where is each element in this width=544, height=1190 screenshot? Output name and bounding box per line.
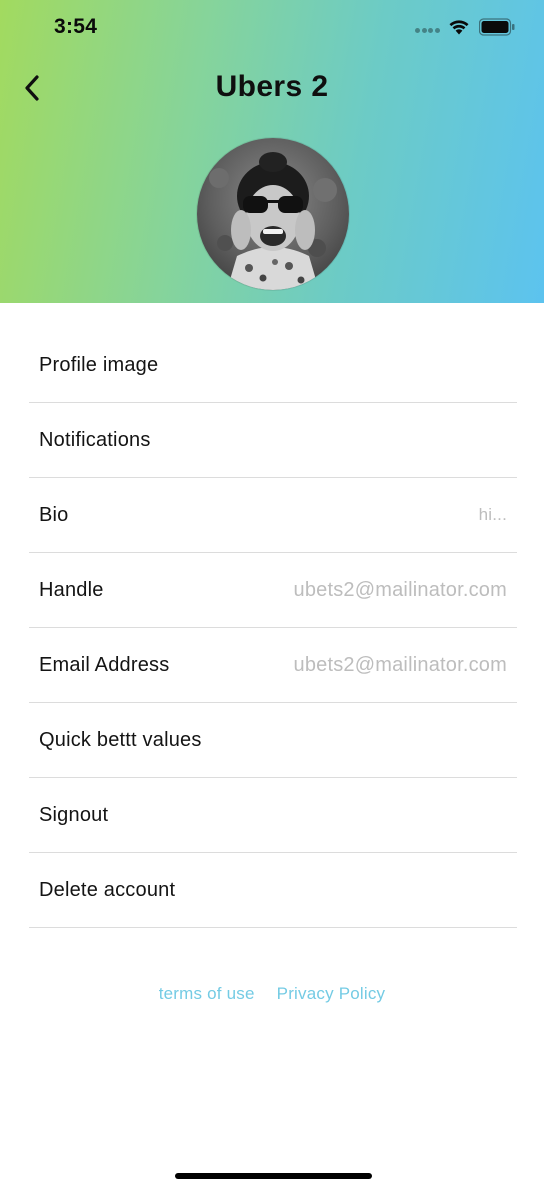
row-label: Email Address [39,653,170,676]
row-label: Signout [39,803,109,826]
settings-row-profile-image[interactable]: Profile image [29,328,517,403]
settings-row-bio[interactable]: Bio hi... [29,478,517,553]
avatar[interactable] [197,138,349,290]
wifi-icon [449,20,469,35]
settings-row-email-address[interactable]: Email Address ubets2@mailinator.com [29,628,517,703]
settings-row-delete-account[interactable]: Delete account [29,853,517,928]
privacy-policy-link[interactable]: Privacy Policy [277,984,386,1004]
page-title: Ubers 2 [215,70,329,103]
nav-bar: Ubers 2 [0,56,544,120]
cellular-signal-icon [415,28,441,34]
bio-value: hi... [478,505,507,524]
avatar-photo [197,138,349,290]
row-label: Delete account [39,878,176,901]
status-time: 3:54 [54,15,98,38]
row-label: Notifications [39,428,151,451]
row-label: Profile image [39,353,159,376]
handle-value: ubets2@mailinator.com [293,578,507,601]
profile-header: 3:54 Ubers 2 [0,0,544,303]
row-label: Handle [39,578,104,601]
settings-row-quick-bet-values[interactable]: Quick bettt values [29,703,517,778]
footer-links: terms of use Privacy Policy [0,984,544,1004]
settings-row-notifications[interactable]: Notifications [29,403,517,478]
settings-screen: 3:54 Ubers 2 Profile image Notifications… [0,0,544,1190]
settings-list: Profile image Notifications Bio hi... Ha… [29,328,517,928]
terms-of-use-link[interactable]: terms of use [159,984,255,1004]
battery-icon [479,18,515,36]
email-value: ubets2@mailinator.com [293,653,507,676]
row-label: Bio [39,503,69,526]
home-indicator[interactable] [175,1173,372,1179]
settings-row-signout[interactable]: Signout [29,778,517,853]
row-label: Quick bettt values [39,728,202,751]
status-bar: 3:54 [0,0,544,56]
settings-row-handle[interactable]: Handle ubets2@mailinator.com [29,553,517,628]
